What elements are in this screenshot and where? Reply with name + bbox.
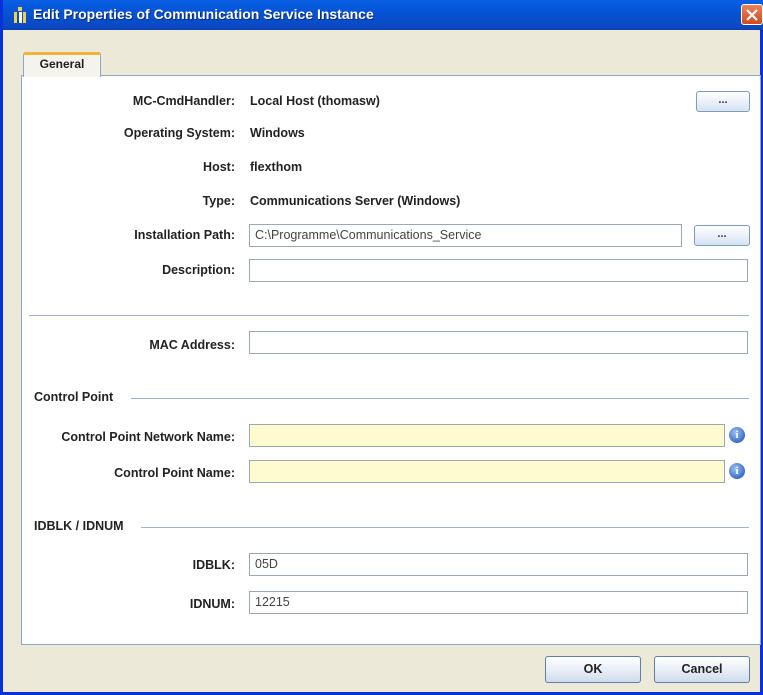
- idblk-input[interactable]: 05D: [249, 553, 748, 576]
- installation-path-browse-button[interactable]: ...: [694, 225, 750, 246]
- ok-button[interactable]: OK: [545, 656, 641, 683]
- idnum-input[interactable]: 12215: [249, 591, 748, 614]
- tab-general[interactable]: General: [23, 52, 101, 77]
- host-label: Host:: [203, 160, 235, 174]
- control-point-divider: [131, 398, 749, 399]
- window-title: Edit Properties of Communication Service…: [33, 6, 374, 22]
- control-point-name-label: Control Point Name:: [114, 466, 235, 480]
- app-icon: [13, 7, 27, 23]
- mac-address-input[interactable]: [249, 331, 748, 354]
- cmd-handler-value: Local Host (thomasw): [250, 94, 380, 108]
- cancel-button[interactable]: Cancel: [654, 656, 750, 683]
- close-button[interactable]: [741, 4, 763, 25]
- idblk-idnum-group-title: IDBLK / IDNUM: [34, 519, 124, 533]
- description-label: Description:: [162, 263, 235, 277]
- dialog-window: Edit Properties of Communication Service…: [0, 0, 763, 695]
- control-point-group-title: Control Point: [34, 390, 114, 404]
- os-label: Operating System:: [123, 126, 235, 140]
- close-icon: [746, 9, 758, 21]
- control-point-name-input[interactable]: [249, 460, 725, 483]
- control-point-network-name-label: Control Point Network Name:: [61, 430, 235, 444]
- type-value: Communications Server (Windows): [250, 194, 461, 208]
- installation-path-input[interactable]: C:\Programme\Communications_Service: [249, 224, 682, 247]
- description-input[interactable]: [249, 259, 748, 282]
- os-value: Windows: [250, 126, 305, 140]
- info-icon[interactable]: i: [729, 427, 745, 443]
- title-bar[interactable]: Edit Properties of Communication Service…: [3, 0, 763, 30]
- idblk-idnum-divider: [141, 527, 749, 528]
- idnum-label: IDNUM:: [189, 597, 235, 611]
- section-divider: [29, 315, 749, 316]
- idblk-label: IDBLK:: [192, 558, 235, 572]
- cmd-handler-label: MC-CmdHandler:: [132, 94, 235, 108]
- info-icon[interactable]: i: [729, 463, 745, 479]
- cmd-handler-browse-button[interactable]: ...: [696, 91, 750, 112]
- installation-path-label: Installation Path:: [134, 228, 235, 242]
- mac-address-label: MAC Address:: [149, 338, 235, 352]
- control-point-network-name-input[interactable]: [249, 424, 725, 447]
- host-value: flexthom: [250, 160, 303, 174]
- type-label: Type:: [202, 194, 235, 208]
